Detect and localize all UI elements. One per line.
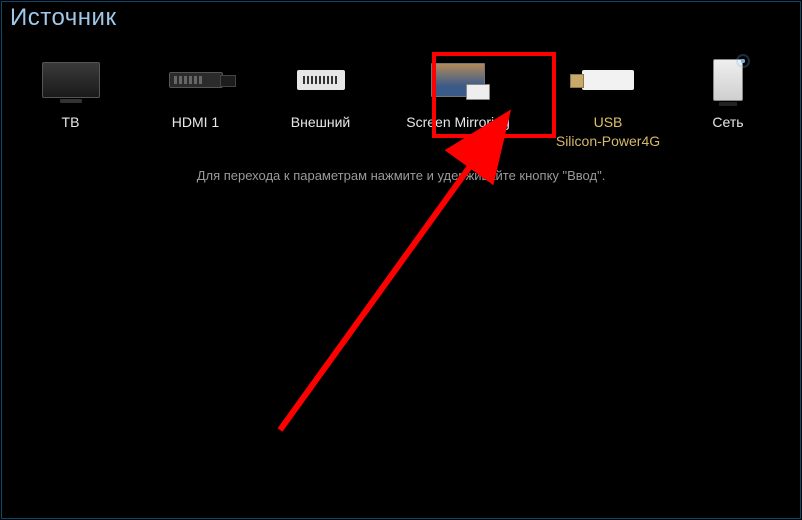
external-port-icon — [297, 70, 345, 90]
source-label: Сеть — [683, 114, 773, 131]
page-title: Источник — [10, 4, 116, 32]
screen-mirroring-icon — [431, 63, 485, 97]
source-label: USB — [533, 114, 683, 131]
source-label: Screen Mirroring — [383, 114, 533, 131]
source-label: ТВ — [8, 114, 133, 131]
tv-icon — [42, 62, 100, 98]
source-sublabel: Silicon-Power4G — [533, 133, 683, 149]
source-item-hdmi1[interactable]: HDMI 1 — [133, 52, 258, 131]
network-icon — [713, 59, 743, 101]
source-label: Внешний — [258, 114, 383, 131]
source-item-network[interactable]: Сеть — [683, 52, 773, 131]
hdmi-icon — [169, 72, 223, 88]
source-item-screen-mirroring[interactable]: Screen Mirroring — [383, 52, 533, 131]
hint-text: Для перехода к параметрам нажмите и удер… — [0, 168, 802, 183]
source-label: HDMI 1 — [133, 114, 258, 131]
source-list: ТВ HDMI 1 Внешний Screen Mirroring USB S… — [0, 52, 802, 172]
source-item-tv[interactable]: ТВ — [8, 52, 133, 131]
usb-drive-icon — [582, 70, 634, 90]
source-item-external[interactable]: Внешний — [258, 52, 383, 131]
source-item-usb[interactable]: USB Silicon-Power4G — [533, 52, 683, 149]
